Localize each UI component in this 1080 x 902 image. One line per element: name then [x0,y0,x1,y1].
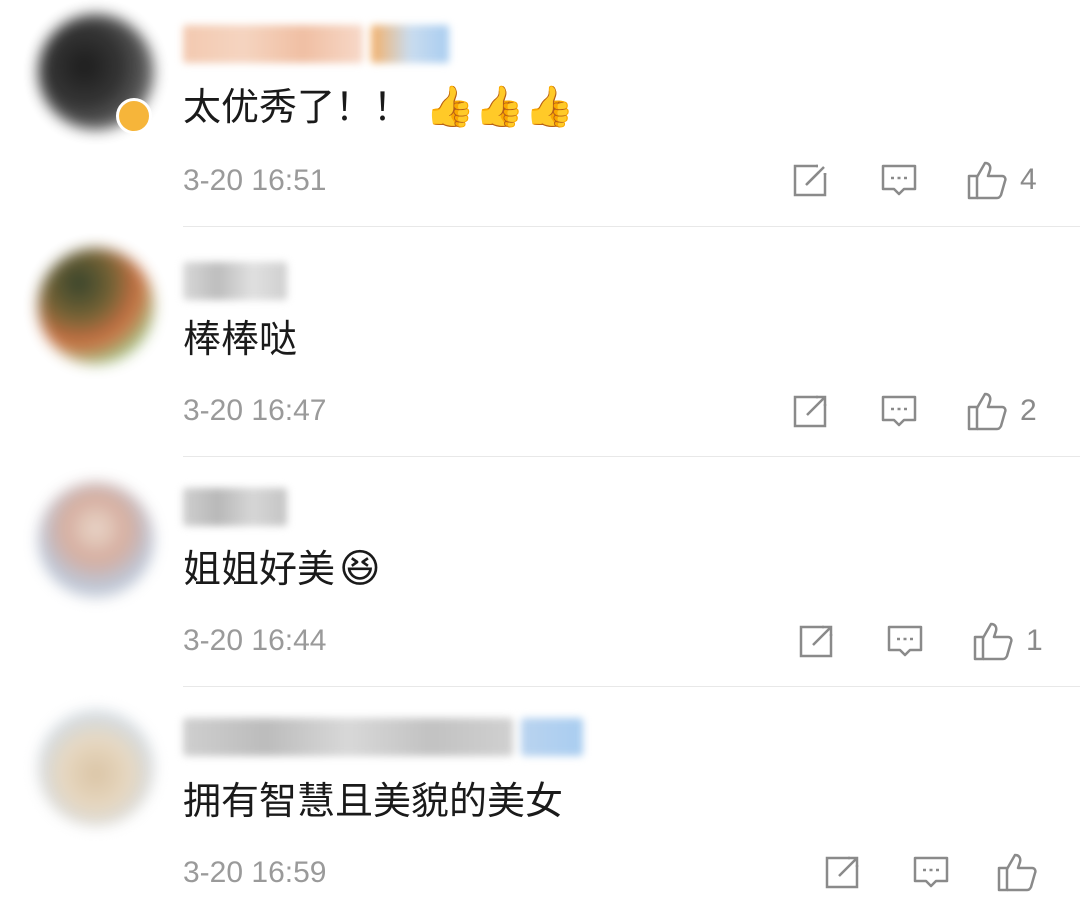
repost-icon [793,163,828,197]
like-count: 4 [1020,163,1037,196]
divider [183,686,1080,687]
comment-text: 太优秀了！！ 👍👍👍 [183,82,574,132]
timestamp: 3-20 16:47 [183,394,327,427]
comment-text-content: 棒棒哒 [183,317,298,361]
comment-text: 姐姐好美 😆 [183,544,381,594]
timestamp: 3-20 16:51 [183,164,327,197]
avatar[interactable] [38,482,154,598]
thumbs-up-icon: 👍👍👍 [425,84,575,130]
like-icon [997,853,1037,892]
like-icon [967,161,1007,200]
comment-text: 拥有智慧且美貌的美女 [183,776,563,826]
repost-button[interactable] [792,392,830,430]
comment-actions [824,852,1050,892]
comment-icon [887,625,923,657]
comment-feed: 太优秀了！！ 👍👍👍 3-20 16:51 4 棒棒哒 3-20 16:47 2… [0,0,1080,902]
like-count: 1 [1026,624,1043,657]
comment-icon [881,164,917,196]
repost-icon [825,855,860,889]
reply-button[interactable] [912,853,950,891]
comment-actions: 1 [798,621,1043,661]
like-icon [973,622,1013,661]
like-button[interactable]: 4 [966,160,1037,200]
username[interactable] [183,25,449,63]
excited-face-icon: 😆 [339,546,381,592]
repost-button[interactable] [824,853,862,891]
reply-button[interactable] [880,161,918,199]
username[interactable] [183,488,287,526]
repost-button[interactable] [798,622,836,660]
comment-actions: 2 [792,391,1037,431]
timestamp: 3-20 16:59 [183,856,327,889]
vip-badge-icon [116,98,152,134]
comment-text-content: 拥有智慧且美貌的美女 [183,779,564,823]
repost-button[interactable] [792,161,830,199]
repost-icon [799,624,834,658]
comment-actions: 4 [792,160,1037,200]
like-button[interactable] [996,852,1050,892]
divider [183,456,1080,457]
repost-icon [793,394,828,428]
like-button[interactable]: 1 [972,621,1043,661]
reply-button[interactable] [880,392,918,430]
avatar[interactable] [38,710,154,826]
avatar[interactable] [38,248,154,364]
like-count: 2 [1020,394,1037,427]
like-icon [967,392,1007,431]
divider [183,226,1080,227]
comment-text-content: 姐姐好美 [183,547,336,591]
like-button[interactable]: 2 [966,391,1037,431]
username[interactable] [183,262,287,300]
username[interactable] [183,718,583,756]
timestamp: 3-20 16:44 [183,624,327,657]
comment-text: 棒棒哒 [183,314,297,364]
comment-icon [881,395,917,427]
reply-button[interactable] [886,622,924,660]
comment-icon [913,856,949,888]
comment-text-content: 太优秀了！！ [183,85,412,129]
